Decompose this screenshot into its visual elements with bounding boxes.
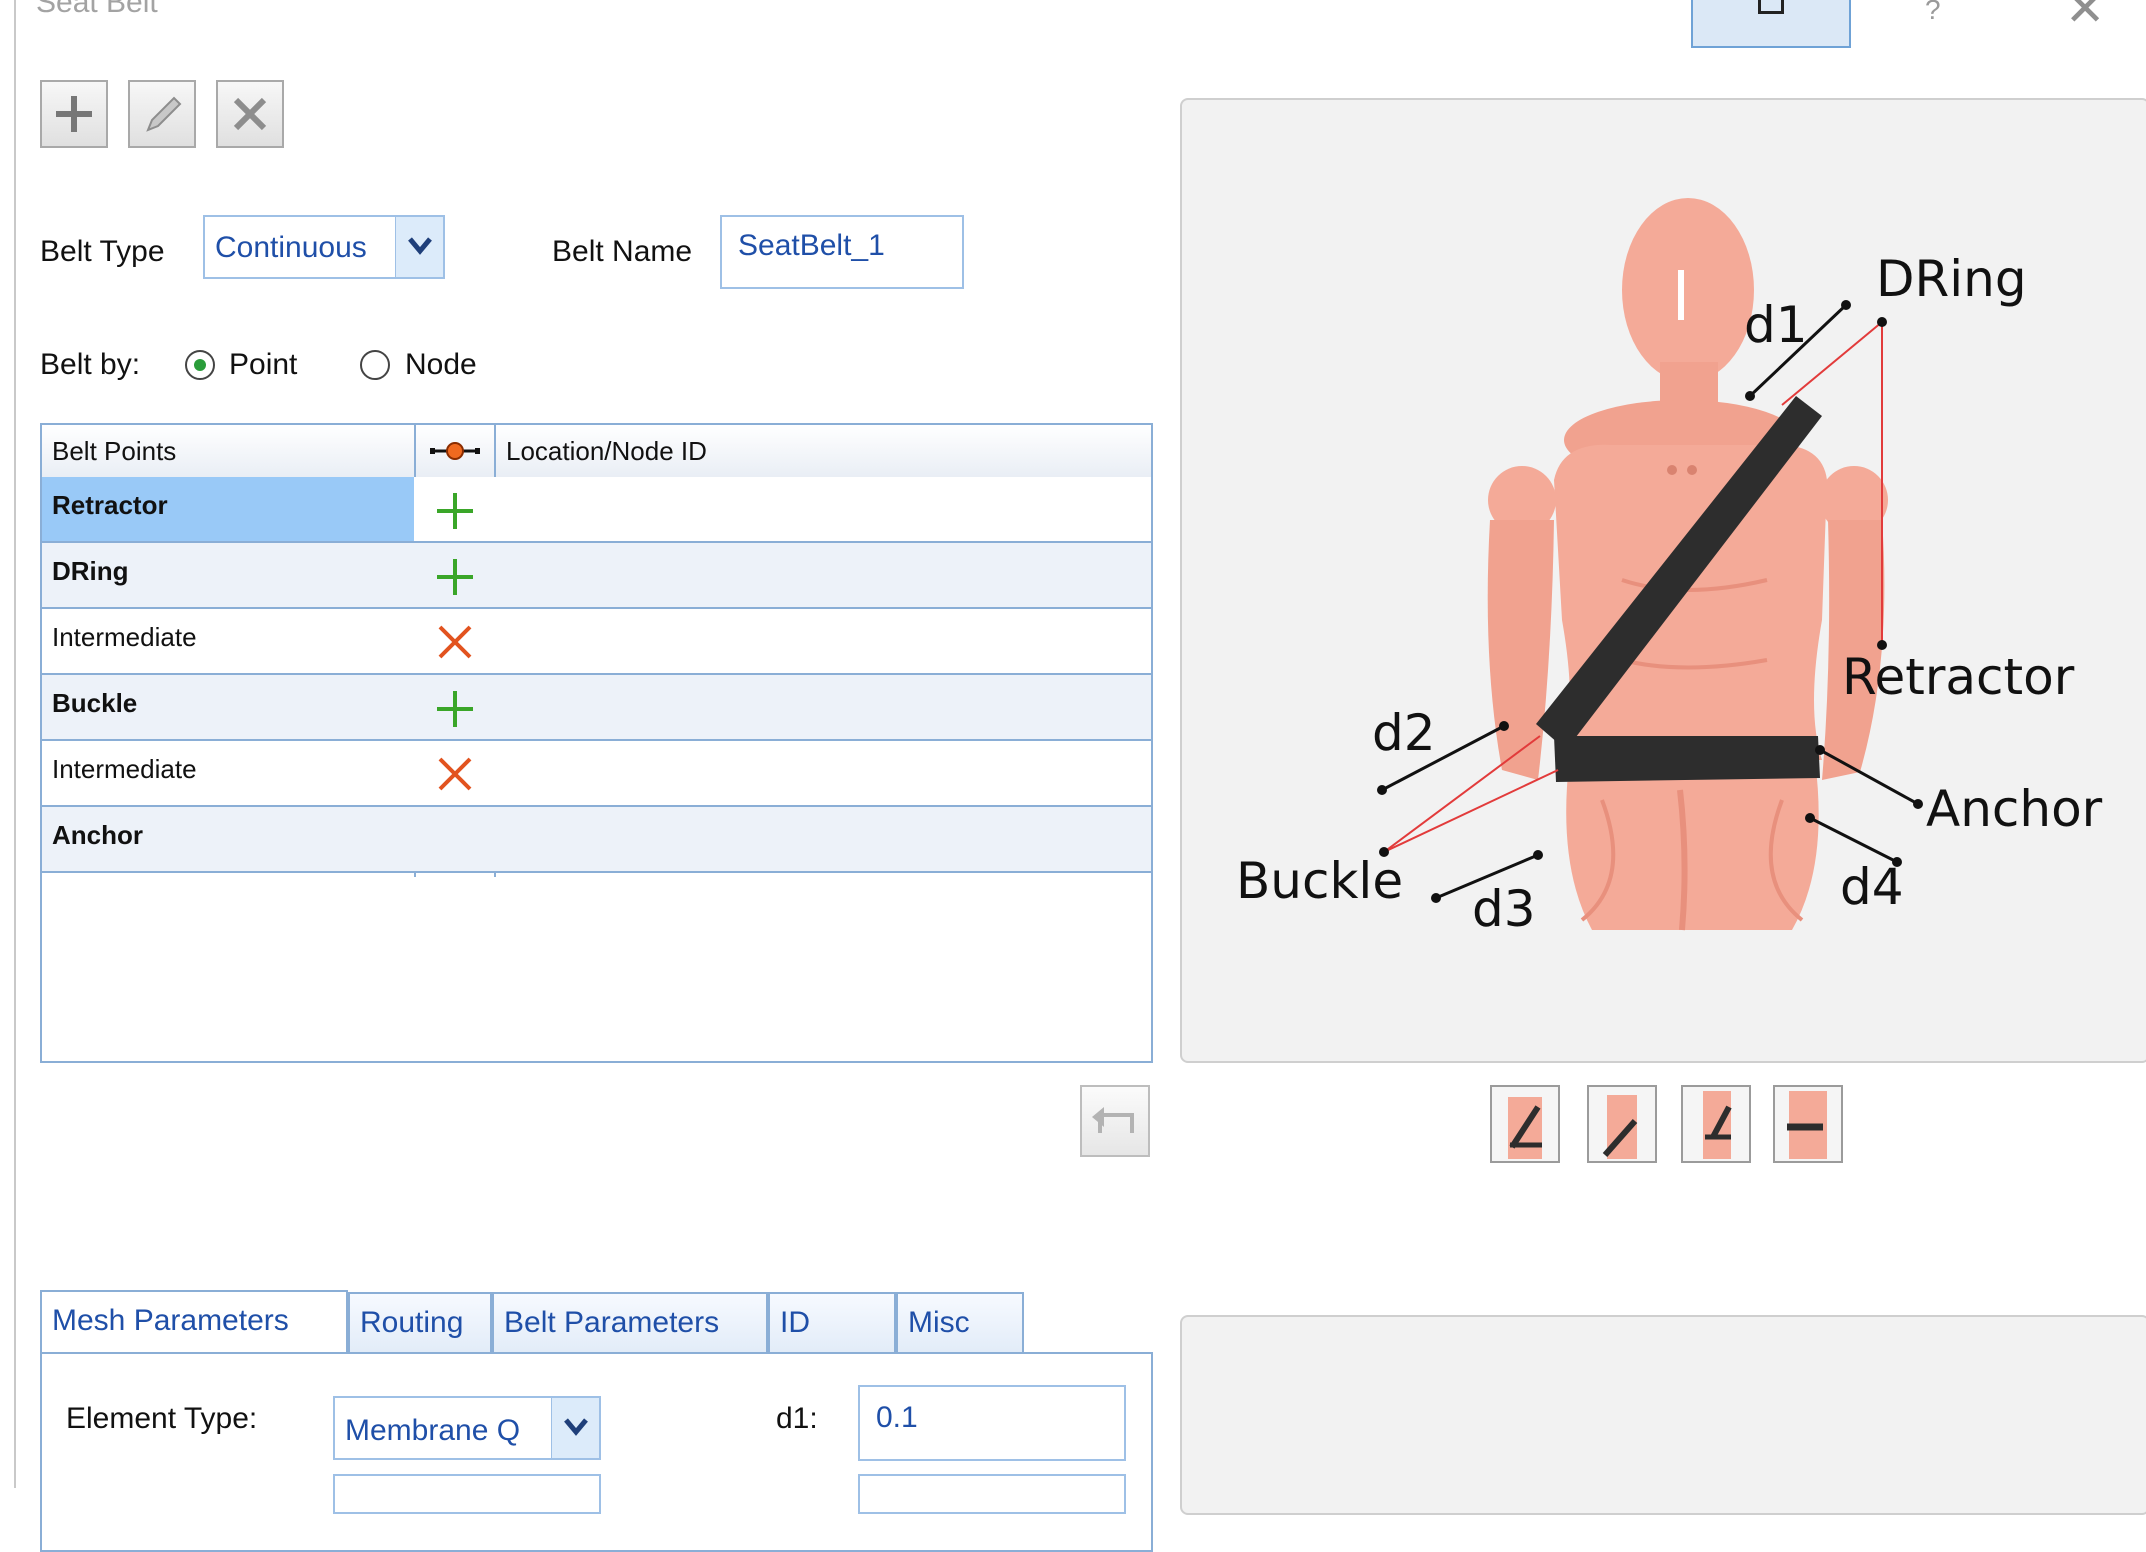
location-node-id-cell[interactable]	[496, 807, 1151, 871]
delete-x-icon	[233, 97, 267, 131]
location-node-id-cell[interactable]	[496, 675, 1151, 739]
edit-pencil-icon	[146, 96, 182, 132]
radio-point-label[interactable]: Point	[229, 348, 297, 382]
remove-x-icon[interactable]	[416, 609, 494, 673]
column-header-status[interactable]	[416, 425, 494, 477]
thumbnail-view-2[interactable]	[1587, 1085, 1657, 1163]
label-d3: d3	[1472, 880, 1536, 938]
table-row[interactable]: Anchor	[42, 807, 1151, 873]
location-node-id-cell[interactable]	[496, 741, 1151, 805]
column-header-location[interactable]: Location/Node ID	[496, 425, 1096, 477]
label-dring: DRing	[1876, 250, 2027, 308]
belt-diagram-panel: DRing Retractor Anchor Buckle d1 d2 d3 d…	[1180, 98, 2146, 1063]
tab-id[interactable]: ID	[768, 1292, 896, 1352]
belt-type-label: Belt Type	[40, 235, 165, 268]
info-panel	[1180, 1315, 2146, 1515]
location-node-id-cell[interactable]	[496, 543, 1151, 607]
thumbnail-view-4[interactable]	[1773, 1085, 1843, 1163]
status-cell[interactable]	[416, 807, 494, 871]
element-type-value: Membrane Q	[345, 1414, 521, 1447]
d1-label: d1:	[776, 1402, 818, 1435]
undo-button[interactable]	[1080, 1085, 1150, 1157]
label-anchor: Anchor	[1926, 780, 2103, 838]
remove-x-icon[interactable]	[416, 741, 494, 805]
d1-input[interactable]: 0.1	[858, 1385, 1126, 1461]
belt-point-name: Intermediate	[52, 622, 197, 652]
seat-belt-dummy-diagram: DRing Retractor Anchor Buckle d1 d2 d3 d…	[1236, 198, 2103, 938]
label-d4: d4	[1840, 858, 1904, 916]
belt-by-label: Belt by:	[40, 348, 141, 381]
radio-node-label[interactable]: Node	[405, 348, 477, 382]
plus-icon[interactable]	[416, 543, 494, 607]
belt-point-name: Buckle	[52, 688, 138, 718]
belt-point-name: DRing	[52, 556, 129, 586]
table-header: Belt Points Location/Node ID	[42, 425, 1151, 479]
tab-mesh-parameters[interactable]: Mesh Parameters	[40, 1290, 348, 1354]
undo-arrow-icon	[1092, 1107, 1134, 1133]
window-title: Seat Belt	[36, 0, 158, 19]
element-type-label: Element Type:	[66, 1402, 258, 1435]
thumbnail-view-3[interactable]	[1681, 1085, 1751, 1163]
belt-point-name: Intermediate	[52, 754, 197, 784]
chevron-down-icon	[551, 1398, 599, 1458]
belt-name-input[interactable]: SeatBelt_1	[720, 215, 964, 289]
tab-misc[interactable]: Misc	[896, 1292, 1024, 1352]
tab-belt-parameters[interactable]: Belt Parameters	[492, 1292, 768, 1352]
table-row[interactable]: Intermediate	[42, 741, 1151, 807]
lap-belt-strap	[1554, 736, 1820, 782]
belt-points-table[interactable]: Belt Points Location/Node ID Retractor DR…	[40, 423, 1153, 1063]
belt-type-value: Continuous	[215, 231, 367, 264]
add-button[interactable]	[40, 80, 108, 148]
label-retractor: Retractor	[1842, 648, 2075, 706]
location-node-id-cell[interactable]	[496, 609, 1151, 673]
label-buckle: Buckle	[1236, 852, 1403, 910]
edit-button[interactable]	[128, 80, 196, 148]
plus-icon[interactable]	[416, 675, 494, 739]
column-header-belt-points[interactable]: Belt Points	[42, 425, 414, 477]
connector-node-icon	[430, 442, 480, 460]
radio-selected-dot	[194, 359, 206, 371]
dummy-thumbnail-icon	[1787, 1091, 1827, 1159]
belt-point-name: Retractor	[42, 477, 414, 541]
tab-routing[interactable]: Routing	[348, 1292, 492, 1352]
plus-icon[interactable]	[416, 477, 494, 541]
label-d2: d2	[1372, 704, 1436, 762]
radio-node[interactable]	[360, 350, 390, 380]
restore-button[interactable]	[1691, 0, 1851, 48]
element-type-dropdown[interactable]: Membrane Q	[333, 1396, 601, 1460]
table-row[interactable]: Retractor	[42, 477, 1151, 543]
secondary-dropdown[interactable]	[333, 1474, 601, 1514]
help-button[interactable]: ?	[1925, 0, 1941, 26]
belt-point-name: Anchor	[52, 820, 143, 850]
dummy-thumbnail-icon	[1508, 1097, 1542, 1159]
add-icon	[56, 96, 92, 132]
d2-input[interactable]	[858, 1474, 1126, 1514]
dummy-thumbnail-icon	[1602, 1095, 1638, 1159]
table-row[interactable]: Intermediate	[42, 609, 1151, 675]
thumbnail-view-1[interactable]	[1490, 1085, 1560, 1163]
belt-type-dropdown[interactable]: Continuous	[203, 215, 445, 279]
chevron-down-icon	[395, 217, 443, 277]
delete-button[interactable]	[216, 80, 284, 148]
location-node-id-cell[interactable]	[496, 477, 1151, 541]
radio-point[interactable]	[185, 350, 215, 380]
restore-icon	[1758, 0, 1784, 14]
table-row[interactable]: Buckle	[42, 675, 1151, 741]
table-row[interactable]: DRing	[42, 543, 1151, 609]
dummy-thumbnail-icon	[1703, 1091, 1732, 1159]
close-button[interactable]: ✕	[2065, 0, 2105, 34]
label-d1: d1	[1744, 296, 1808, 354]
window-frame-left	[14, 0, 16, 1488]
belt-name-label: Belt Name	[552, 235, 693, 268]
